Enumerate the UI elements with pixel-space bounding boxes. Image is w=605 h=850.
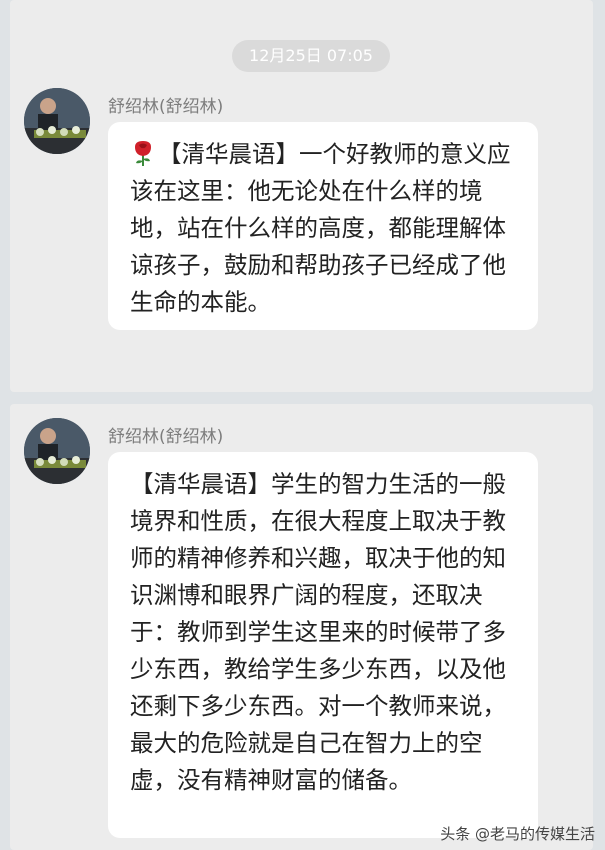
message-group-1: 12月25日 07:05 舒绍林(舒绍林) 【清华晨语】一个好教师的意义应该在这… <box>10 0 593 392</box>
rose-emoji-icon <box>135 141 151 166</box>
sender-name: 舒绍林(舒绍林) <box>108 427 224 447</box>
avatar[interactable] <box>24 88 90 154</box>
message-bubble[interactable]: 【清华晨语】学生的智力生活的一般境界和性质，在很大程度上取决于教师的精神修养和兴… <box>108 452 538 838</box>
message-text: 【清华晨语】学生的智力生活的一般境界和性质，在很大程度上取决于教师的精神修养和兴… <box>130 470 506 794</box>
message-group-2: 舒绍林(舒绍林) 【清华晨语】学生的智力生活的一般境界和性质，在很大程度上取决于… <box>10 404 593 850</box>
sender-name: 舒绍林(舒绍林) <box>108 97 224 117</box>
avatar-image <box>24 418 90 484</box>
watermark: 头条 @老马的传媒生活 <box>440 825 595 843</box>
timestamp-badge: 12月25日 07:05 <box>232 40 390 72</box>
message-text: 【清华晨语】一个好教师的意义应该在这里：他无论处在什么样的境地，站在什么样的高度… <box>130 140 511 316</box>
message-bubble[interactable]: 【清华晨语】一个好教师的意义应该在这里：他无论处在什么样的境地，站在什么样的高度… <box>108 122 538 330</box>
avatar[interactable] <box>24 418 90 484</box>
avatar-image <box>24 88 90 154</box>
